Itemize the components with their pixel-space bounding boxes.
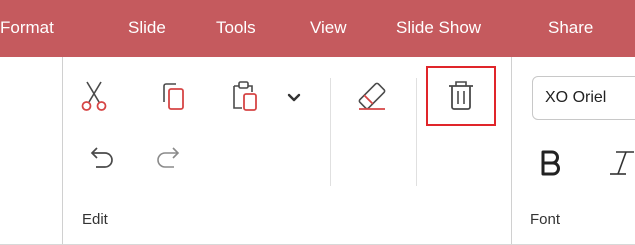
- bold-icon[interactable]: [540, 150, 562, 176]
- copy-icon[interactable]: [160, 82, 188, 112]
- separator: [330, 78, 331, 186]
- redo-icon[interactable]: [154, 145, 184, 171]
- group-divider: [511, 57, 512, 244]
- separator: [416, 78, 417, 186]
- menu-bar: Format Slide Tools View Slide Show Share: [0, 0, 635, 57]
- italic-icon[interactable]: [608, 150, 635, 176]
- font-group-label: Font: [530, 211, 561, 228]
- menu-tools[interactable]: Tools: [216, 17, 256, 39]
- cut-icon[interactable]: [80, 80, 108, 112]
- edit-group-label: Edit: [82, 211, 108, 228]
- menu-slide[interactable]: Slide: [128, 17, 166, 39]
- font-name-value: XO Oriel: [545, 89, 607, 106]
- eraser-icon[interactable]: [355, 80, 389, 112]
- highlight-box: [426, 66, 496, 126]
- menu-format[interactable]: Format: [0, 17, 54, 39]
- menu-slide-show[interactable]: Slide Show: [396, 17, 481, 39]
- font-name-dropdown[interactable]: XO Oriel: [532, 76, 635, 120]
- menu-share[interactable]: Share: [548, 17, 593, 39]
- undo-icon[interactable]: [86, 145, 116, 171]
- ribbon-left-divider: [62, 57, 63, 244]
- menu-view[interactable]: View: [310, 17, 347, 39]
- paste-icon[interactable]: [230, 80, 260, 112]
- chevron-down-icon[interactable]: [287, 93, 301, 103]
